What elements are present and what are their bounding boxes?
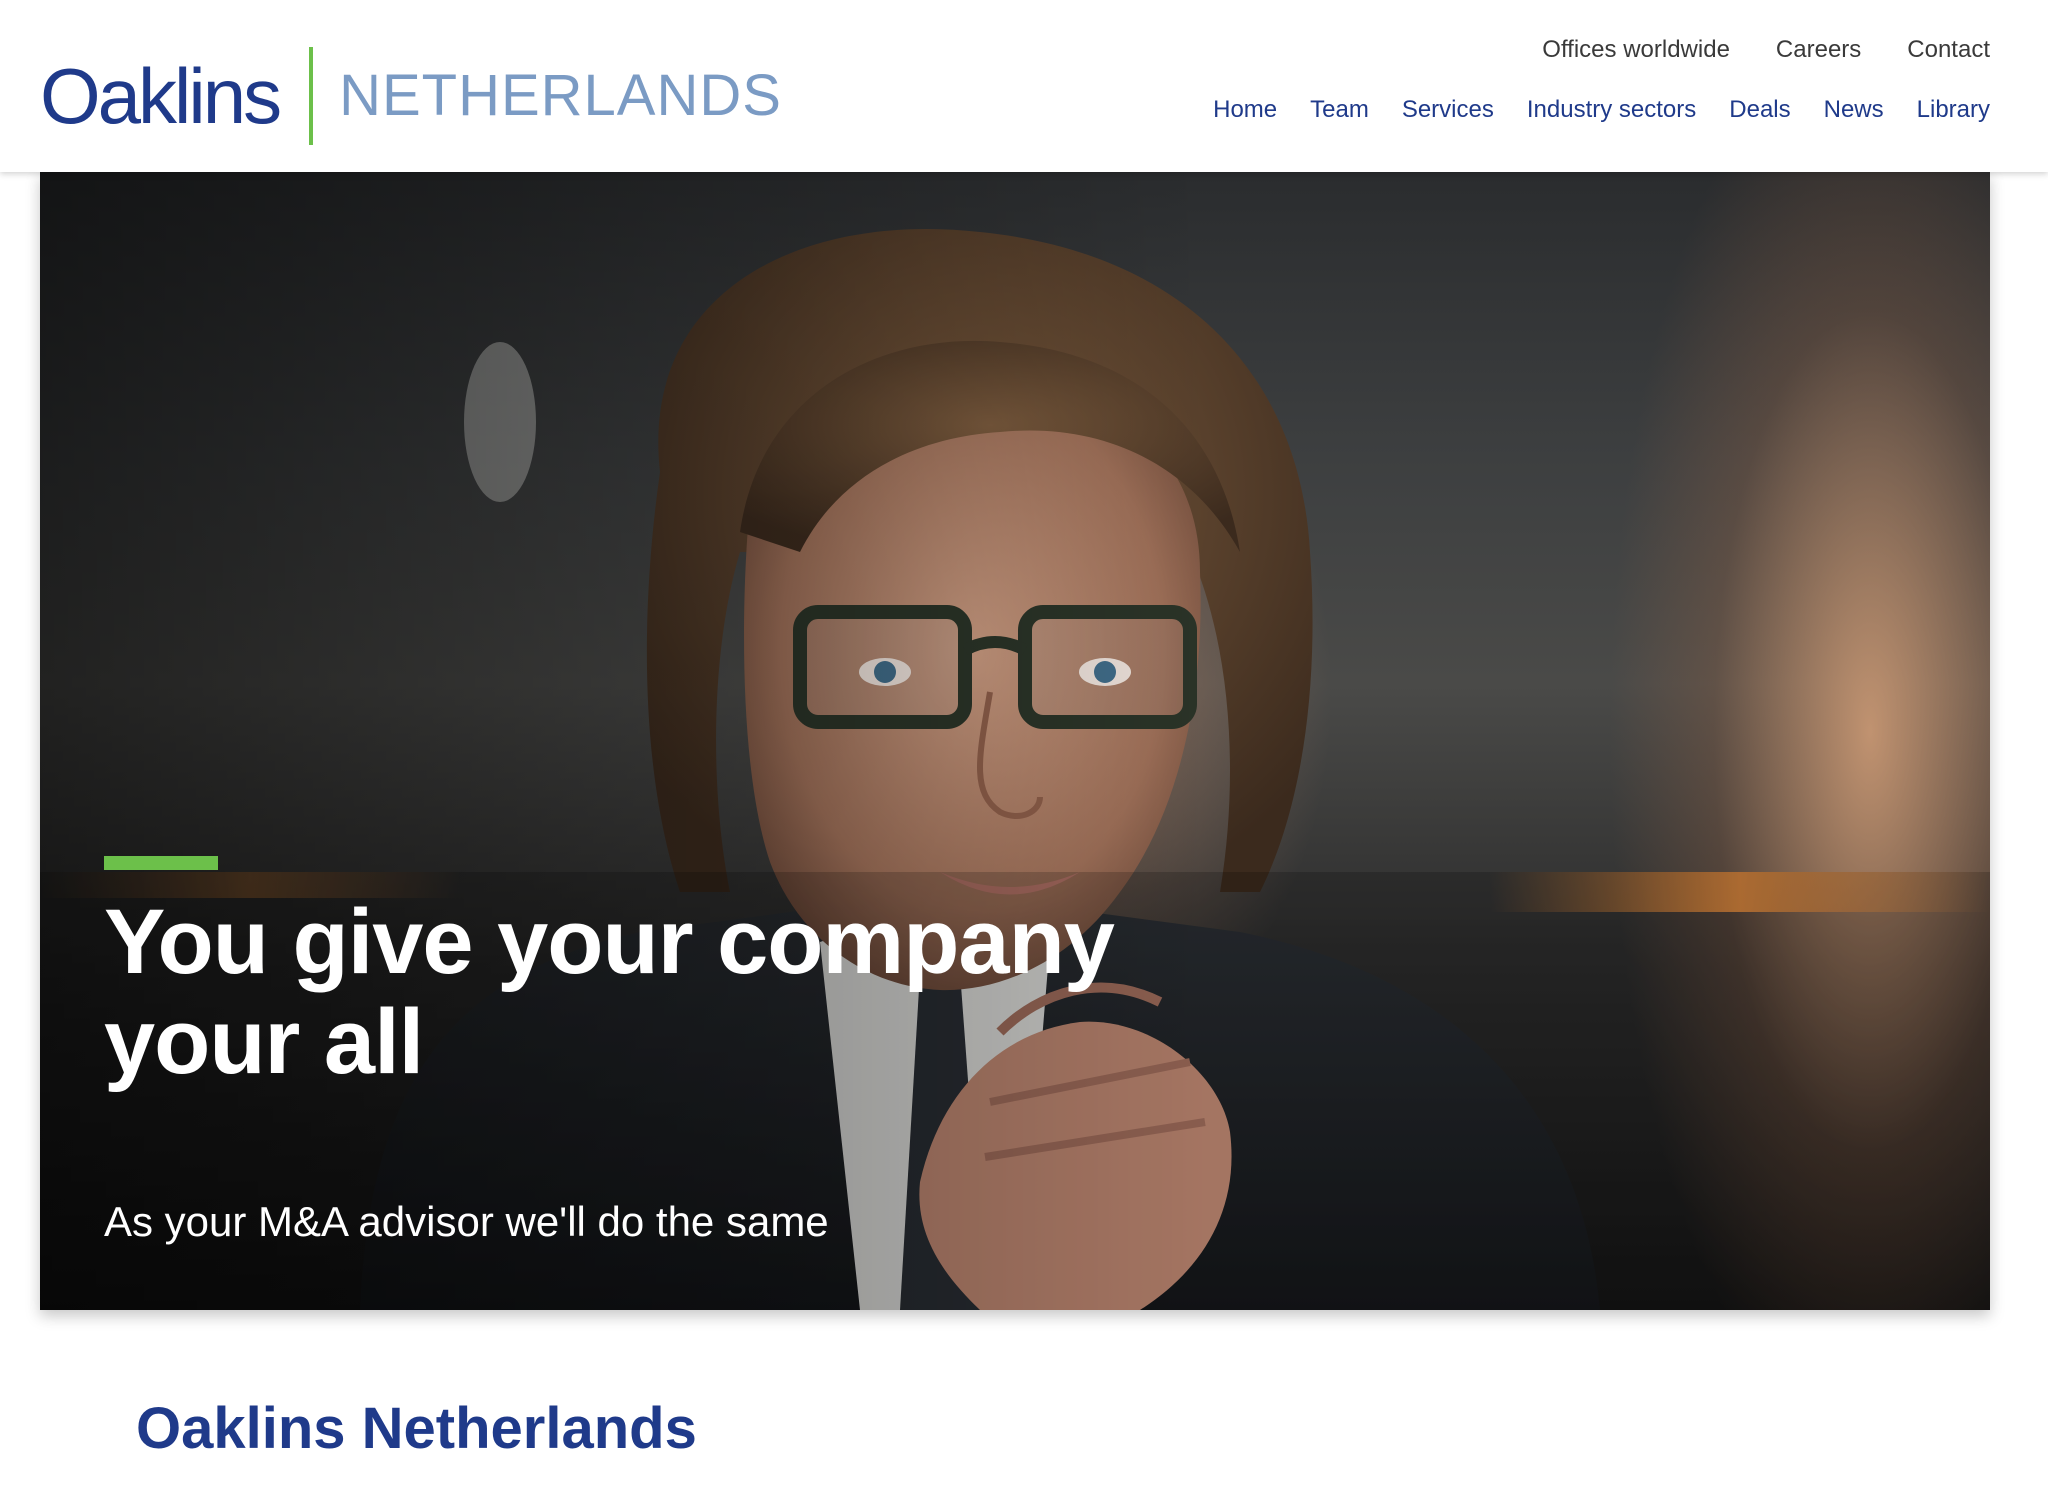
hero-title-line-2: your all	[104, 991, 424, 1093]
section-title: Oaklins Netherlands	[136, 1396, 697, 1461]
main-nav-team[interactable]: Team	[1310, 96, 1369, 124]
main-nav-industry-sectors[interactable]: Industry sectors	[1527, 96, 1696, 124]
utility-nav: Offices worldwide Careers Contact	[1542, 36, 1990, 64]
logo-divider	[309, 47, 314, 145]
main-nav-deals[interactable]: Deals	[1729, 96, 1790, 124]
hero-title-line-1: You give your company	[104, 891, 1115, 993]
main-nav: Home Team Services Industry sectors Deal…	[1213, 96, 1990, 124]
main-nav-home[interactable]: Home	[1213, 96, 1277, 124]
logo-wordmark: Oaklins	[40, 52, 282, 140]
hero-banner: You give your company your all As your M…	[40, 172, 1990, 1310]
site-logo[interactable]: Oaklins NETHERLANDS	[40, 44, 782, 148]
util-nav-offices-worldwide[interactable]: Offices worldwide	[1542, 36, 1730, 64]
hero-title: You give your company your all	[104, 892, 1304, 1092]
main-nav-services[interactable]: Services	[1402, 96, 1494, 124]
hero-subtitle: As your M&A advisor we'll do the same	[104, 1198, 829, 1245]
util-nav-contact[interactable]: Contact	[1907, 36, 1990, 64]
main-nav-library[interactable]: Library	[1917, 96, 1990, 124]
util-nav-careers[interactable]: Careers	[1776, 36, 1861, 64]
main-nav-news[interactable]: News	[1824, 96, 1884, 124]
logo-country: NETHERLANDS	[339, 63, 782, 128]
hero-photo	[40, 172, 1990, 1310]
site-header: Oaklins NETHERLANDS Offices worldwide Ca…	[0, 0, 2048, 172]
hero-accent-bar	[104, 856, 218, 870]
